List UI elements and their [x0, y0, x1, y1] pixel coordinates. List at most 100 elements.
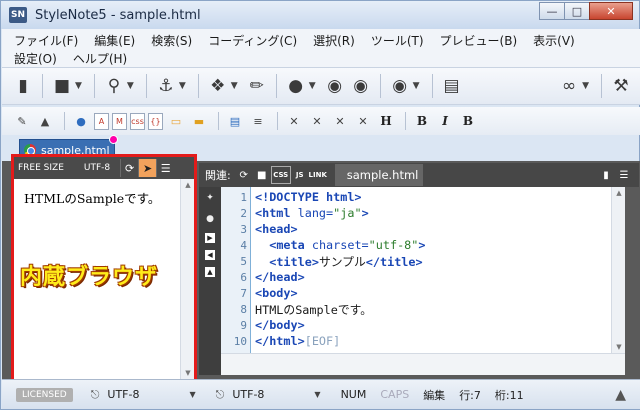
- stamp-icon[interactable]: ▲: [615, 387, 626, 403]
- menu-item-r1-7[interactable]: 表示(V): [533, 32, 575, 49]
- chevron-down-icon[interactable]: ▼: [179, 81, 186, 91]
- encoding-selector[interactable]: UTF-8: [84, 163, 110, 173]
- chevron-down-icon[interactable]: ▼: [231, 81, 238, 91]
- wrench-icon[interactable]: ⚒: [608, 73, 634, 99]
- inbox-icon[interactable]: ▤: [439, 73, 465, 99]
- code-token: </html>: [255, 334, 305, 348]
- menu-item-r1-5[interactable]: ツール(T): [371, 32, 424, 49]
- chevron-down-icon[interactable]: ▼: [309, 81, 316, 91]
- cylinder-icon[interactable]: ●: [71, 111, 91, 131]
- table-icon[interactable]: ▤: [225, 111, 245, 131]
- eye-icon[interactable]: ◉: [387, 73, 413, 99]
- delete-icon[interactable]: ✕: [330, 111, 350, 131]
- minimize-button[interactable]: —: [539, 2, 565, 20]
- menu-item-r1-6[interactable]: プレビュー(B): [440, 32, 518, 49]
- menu-item-r1-2[interactable]: 検索(S): [151, 32, 192, 49]
- back-icon[interactable]: ◀: [205, 250, 215, 260]
- bold-alt-button[interactable]: B: [458, 111, 478, 131]
- highlight-icon[interactable]: ▬: [189, 111, 209, 131]
- stamp-icon[interactable]: ▲: [35, 111, 55, 131]
- new-file-icon[interactable]: ▮: [10, 73, 36, 99]
- magic-wand-icon[interactable]: ✦: [203, 191, 217, 205]
- code-text: <meta charset="utf-8">: [255, 238, 425, 252]
- italic-button[interactable]: I: [435, 111, 455, 131]
- editor-scrollbar[interactable]: ▲ ▼: [611, 187, 625, 353]
- css-button[interactable]: CSS: [270, 166, 291, 184]
- menu-icon[interactable]: ☰: [156, 159, 174, 177]
- editor-header: 関連: ⟳ ■ CSS JS LINK sample.html ▮ ☰: [199, 163, 639, 187]
- menu-item-r1-0[interactable]: ファイル(F): [14, 32, 78, 49]
- chevron-down-icon[interactable]: ▼: [127, 81, 134, 91]
- scroll-down-icon[interactable]: ▼: [612, 341, 626, 353]
- book-icon[interactable]: ▮: [597, 166, 615, 184]
- js-button[interactable]: JS: [291, 166, 309, 184]
- code-token: lang=: [297, 206, 334, 220]
- related-label: 関連:: [205, 169, 231, 182]
- browser-scrollbar[interactable]: ▲ ▼: [180, 179, 194, 379]
- up-icon[interactable]: ▲: [205, 267, 215, 277]
- window-title: StyleNote5 - sample.html: [35, 7, 201, 23]
- toolbar-divider: [197, 74, 199, 98]
- encoding-label-2: UTF-8: [232, 388, 265, 401]
- pin-icon[interactable]: ●: [203, 212, 217, 226]
- line-number: 2: [240, 206, 247, 220]
- app-window: SN StyleNote5 - sample.html — □ ✕ ファイル(F…: [0, 0, 640, 410]
- window-controls: — □ ✕: [539, 2, 633, 20]
- toolbar-divider: [379, 74, 381, 98]
- heading-button[interactable]: H: [376, 111, 396, 131]
- menu-item-r2-0[interactable]: 設定(O): [14, 50, 57, 67]
- comment-add-icon[interactable]: ◉: [322, 73, 348, 99]
- menu-item-r1-1[interactable]: 編集(E): [94, 32, 135, 49]
- speech-bubble-icon[interactable]: ●: [283, 73, 309, 99]
- brush-icon[interactable]: ✏: [244, 73, 270, 99]
- delete-icon[interactable]: ✕: [284, 111, 304, 131]
- search-icon[interactable]: ⚲: [101, 73, 127, 99]
- code-editor[interactable]: 1 <!DOCTYPE html> 2 <html lang="ja"> 3 <head>…: [221, 187, 611, 353]
- scroll-up-icon[interactable]: ▲: [181, 179, 195, 191]
- close-button[interactable]: ✕: [589, 2, 633, 20]
- image-m-icon[interactable]: M: [112, 112, 127, 130]
- size-selector[interactable]: FREE SIZE: [18, 163, 64, 173]
- menu-item-r2-1[interactable]: ヘルプ(H): [73, 50, 127, 67]
- open-file-icon[interactable]: ■: [49, 73, 75, 99]
- css-file-icon[interactable]: css: [130, 112, 145, 130]
- editor-horizontal-scrollbar[interactable]: [221, 353, 625, 375]
- brace-file-icon[interactable]: {}: [148, 112, 163, 130]
- comment-edit-icon[interactable]: ◉: [348, 73, 374, 99]
- menu-item-r1-4[interactable]: 選択(R): [313, 32, 355, 49]
- encode-icon[interactable]: ✎: [12, 111, 32, 131]
- chevron-down-icon[interactable]: ▼: [75, 81, 82, 91]
- folder-icon[interactable]: ▭: [166, 111, 186, 131]
- butterfly-icon[interactable]: ❖: [205, 73, 231, 99]
- lock-icon[interactable]: ■: [253, 166, 271, 184]
- maximize-button[interactable]: □: [564, 2, 590, 20]
- menu-row-2: 設定(O) ヘルプ(H): [14, 49, 628, 67]
- code-text: HTMLのSampleです。: [255, 301, 372, 318]
- voicemail-icon[interactable]: ∞: [556, 73, 582, 99]
- pointer-icon[interactable]: ➤: [138, 159, 157, 177]
- code-text: <head>: [255, 222, 298, 236]
- encoding-status-1[interactable]: ⎋ UTF-8 ▼: [91, 388, 202, 402]
- image-a-icon[interactable]: A: [94, 112, 109, 130]
- delete-icon[interactable]: ✕: [353, 111, 373, 131]
- align-icon[interactable]: ≡: [248, 111, 268, 131]
- link-button[interactable]: LINK: [309, 166, 327, 184]
- encoding-status-2[interactable]: ⎋ UTF-8 ▼: [216, 388, 327, 402]
- scroll-up-icon[interactable]: ▲: [612, 187, 626, 199]
- code-token: HTMLのSampleです。: [255, 302, 373, 317]
- anchor-icon[interactable]: ⚓: [153, 73, 179, 99]
- editor-file-tab[interactable]: sample.html: [334, 164, 423, 186]
- menu-icon[interactable]: ☰: [615, 166, 633, 184]
- file-icon: ⎋: [90, 387, 100, 401]
- bold-button[interactable]: B: [412, 111, 432, 131]
- menu-item-r1-3[interactable]: コーディング(C): [208, 32, 297, 49]
- sync-icon[interactable]: ⟳: [235, 166, 253, 184]
- delete-icon[interactable]: ✕: [307, 111, 327, 131]
- chevron-down-icon[interactable]: ▼: [413, 81, 420, 91]
- scroll-down-icon[interactable]: ▼: [181, 367, 195, 379]
- refresh-icon[interactable]: ⟳: [120, 159, 138, 177]
- chevron-down-icon[interactable]: ▼: [582, 81, 589, 91]
- license-badge: LICENSED: [16, 387, 73, 402]
- play-icon[interactable]: ▶: [205, 233, 215, 243]
